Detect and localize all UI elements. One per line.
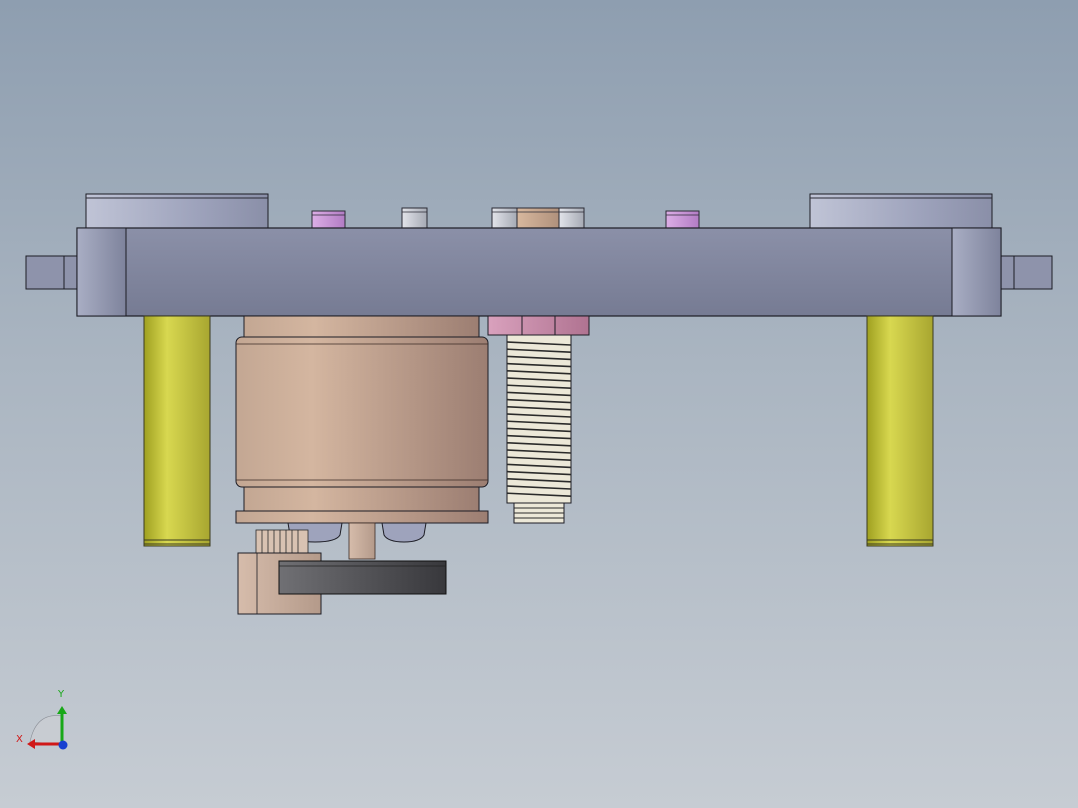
z-axis-dot bbox=[58, 740, 68, 750]
pink-pin-left[interactable] bbox=[311, 210, 346, 229]
left-boss[interactable] bbox=[85, 193, 269, 229]
gray-pin-left[interactable] bbox=[401, 207, 428, 229]
right-boss[interactable] bbox=[809, 193, 993, 229]
cad-graphics-viewport[interactable]: Y X bbox=[0, 0, 1078, 808]
base-plate[interactable] bbox=[76, 227, 1002, 317]
right-guide-pillar[interactable] bbox=[866, 315, 934, 547]
cylinder-body[interactable] bbox=[235, 315, 489, 560]
orientation-triad bbox=[27, 706, 68, 750]
y-axis-label: Y bbox=[58, 689, 65, 700]
threaded-bolt[interactable] bbox=[506, 334, 572, 524]
left-side-tab[interactable] bbox=[25, 255, 78, 290]
black-bracket[interactable] bbox=[278, 560, 447, 595]
right-side-tab[interactable] bbox=[1000, 255, 1053, 290]
x-axis-label: X bbox=[16, 734, 23, 745]
cad-model-view[interactable] bbox=[0, 0, 1078, 808]
pink-pin-right[interactable] bbox=[665, 210, 700, 229]
center-pin-group[interactable] bbox=[491, 207, 585, 229]
left-guide-pillar[interactable] bbox=[143, 315, 211, 547]
hex-nut[interactable] bbox=[487, 315, 590, 336]
